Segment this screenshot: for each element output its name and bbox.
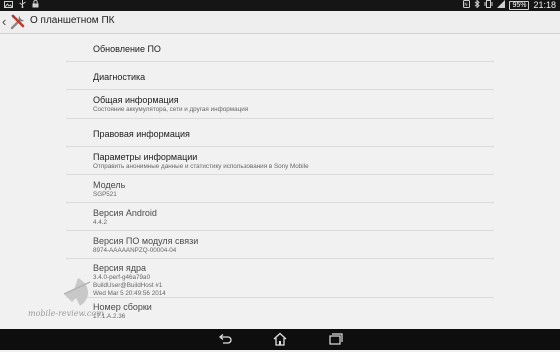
nfc-icon: N [463,0,471,11]
list-item-title: Номер сборки [93,302,152,312]
list-item-title: Версия ядра [93,263,147,273]
list-item-title: Правовая информация [93,129,190,139]
list-item-title: Общая информация [93,95,179,105]
list-item-info-settings[interactable]: Параметры информации Отправить анонимные… [66,147,494,175]
list-item-legal-info[interactable]: Правовая информация [66,119,494,147]
list-item-value-line2: BuildUser@BuildHost #1 [93,282,163,289]
back-icon[interactable] [217,332,233,347]
bluetooth-icon [474,0,481,11]
clock: 21:18 [533,0,556,10]
lock-icon [32,0,39,11]
list-item-value: SGP521 [93,191,117,198]
page-title: О планшетном ПК [30,15,115,26]
status-bar: N 95% 21:18 [0,0,560,11]
list-item-kernel-version: Версия ядра 3.4.0-perf-g46a79a0 BuildUse… [66,259,494,298]
vibrate-icon [484,0,493,11]
usb-icon [18,0,27,11]
list-item-subtitle: Отправить анонимные данные и статистику … [93,163,309,170]
list-item-value: 4.4.2 [93,219,108,226]
list-item-title: Параметры информации [93,152,198,162]
list-item-title: Диагностика [93,72,146,82]
picture-icon [4,0,13,11]
list-item-title: Модель [93,180,126,190]
svg-text:N: N [465,2,468,8]
list-item-value-line3: Wed Mar 5 20:49:56 2014 [93,290,166,297]
action-bar: ‹ О планшетном ПК [0,11,560,34]
list-item-diagnostics[interactable]: Диагностика [66,62,494,90]
list-item-title: Обновление ПО [93,44,161,54]
list-item-title: Версия ПО модуля связи [93,236,199,246]
list-item-value: 3.4.0-perf-g46a79a0 [93,274,151,281]
battery-icon: 95% [509,1,530,10]
list-item-software-update[interactable]: Обновление ПО [66,34,494,62]
list-item-value: 8974-AAAAANPZQ-00004-04 [93,247,177,254]
settings-list: Обновление ПО Диагностика Общая информац… [66,34,494,324]
recent-apps-icon[interactable] [328,332,344,347]
list-item-baseband-version: Версия ПО модуля связи 8974-AAAAANPZQ-00… [66,231,494,259]
up-chevron-icon[interactable]: ‹ [2,14,6,30]
settings-tools-icon[interactable] [9,13,27,31]
home-icon[interactable] [272,332,288,347]
list-item-model: Модель SGP521 [66,175,494,203]
navigation-bar [0,329,560,350]
list-item-value: 17.1.A.2.36 [93,313,126,320]
list-item-title: Версия Android [93,208,157,218]
list-item-subtitle: Состояние аккумулятора, сети и другая ин… [93,106,249,113]
signal-icon [497,0,506,11]
list-item-android-version[interactable]: Версия Android 4.4.2 [66,203,494,231]
list-item-build-number[interactable]: Номер сборки 17.1.A.2.36 [66,298,494,324]
list-item-general-info[interactable]: Общая информация Состояние аккумулятора,… [66,90,494,119]
